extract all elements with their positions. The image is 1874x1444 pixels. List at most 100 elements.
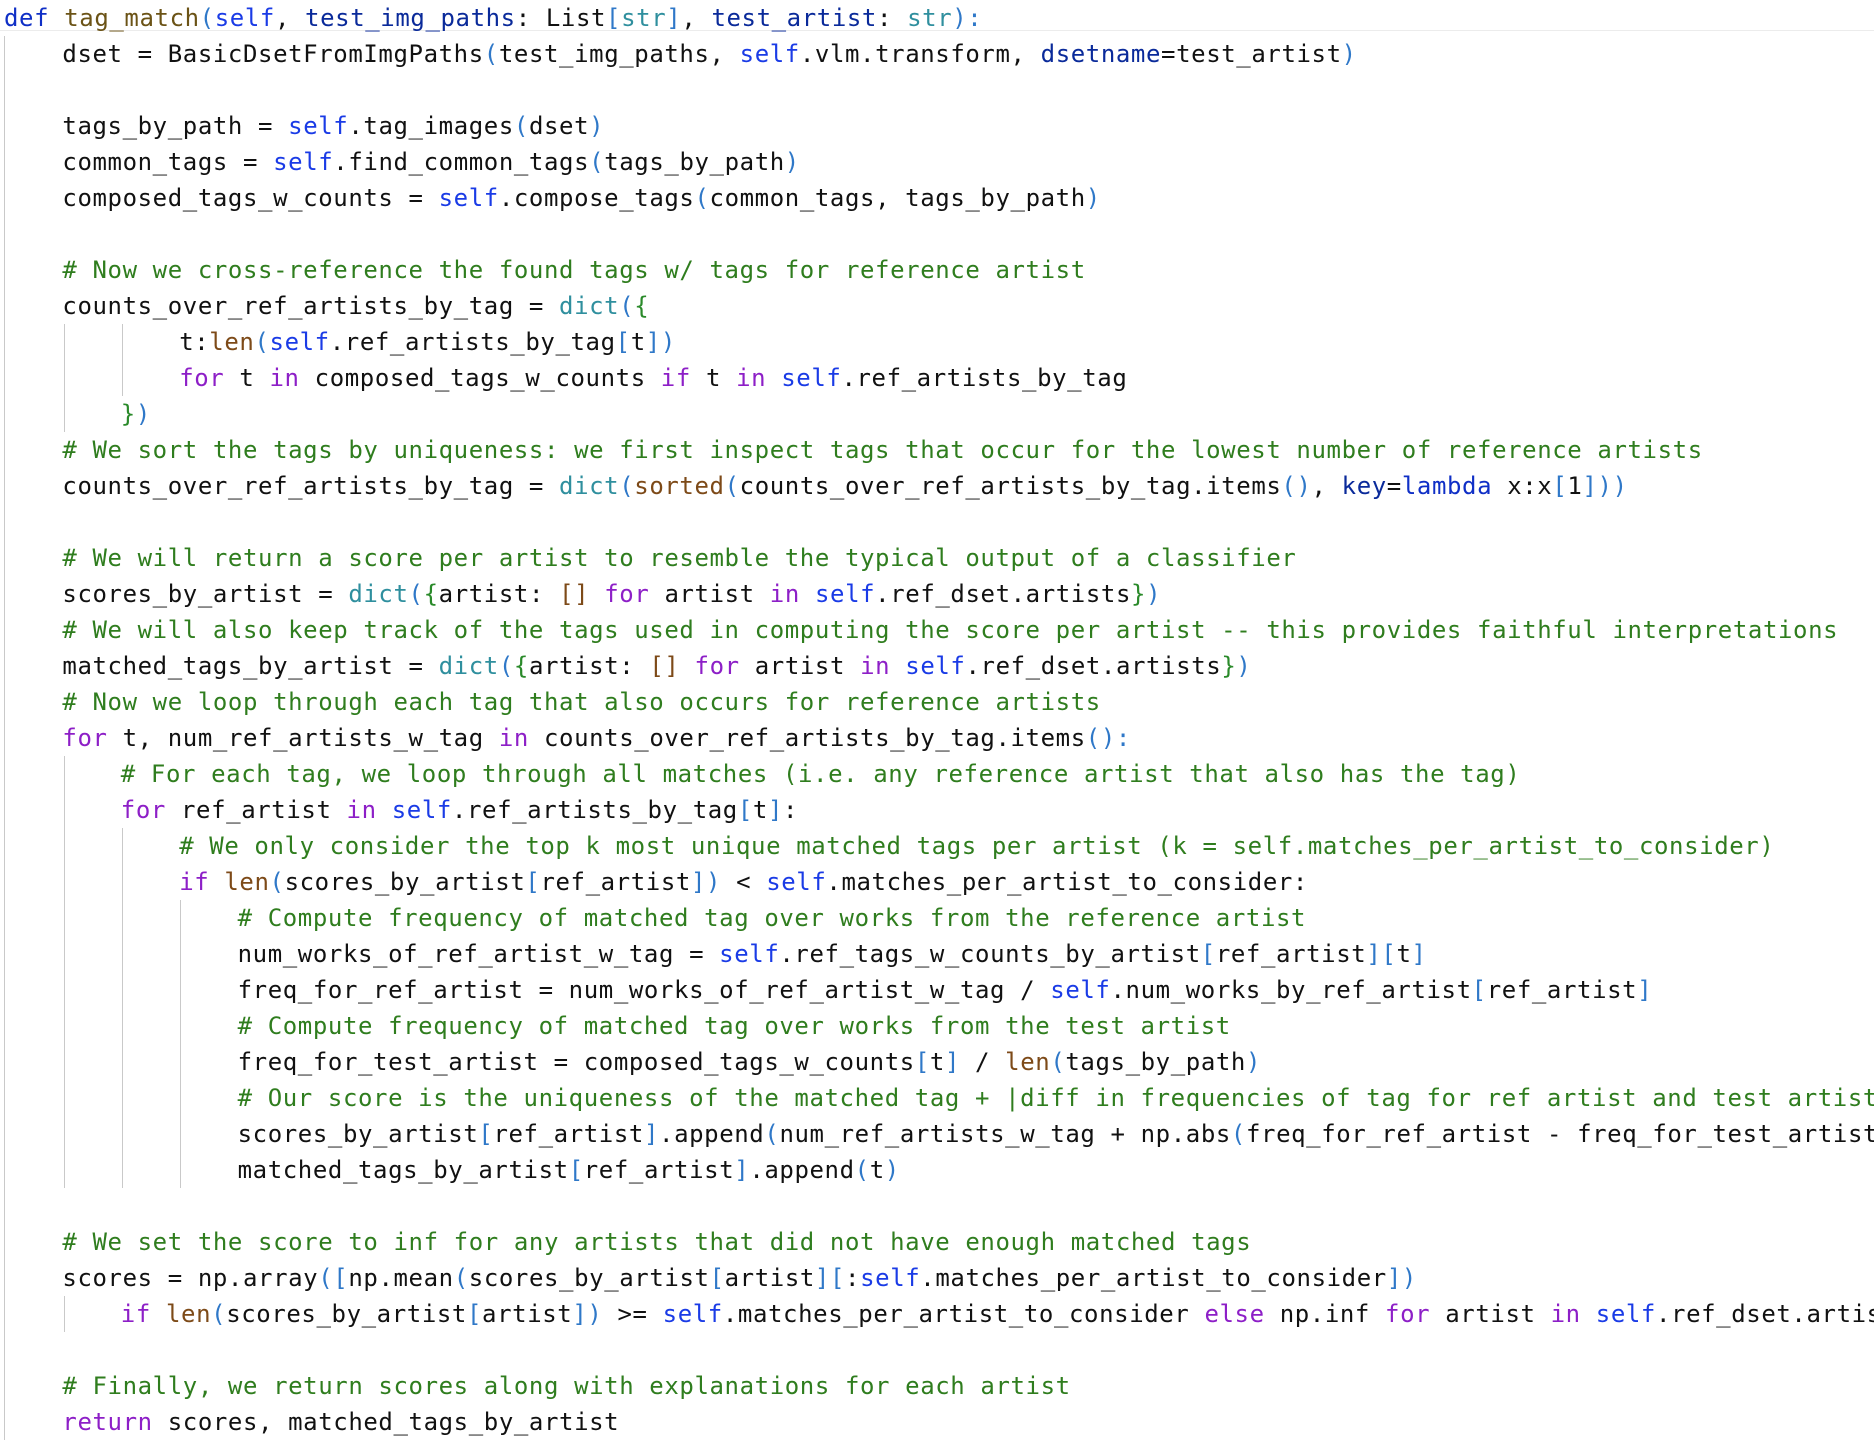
code-token: artist: [482, 1300, 573, 1328]
code-token-keyword: in: [269, 364, 300, 392]
code-token-bracket: ):: [952, 4, 983, 32]
code-token: t, num_ref_artists_w_tag: [107, 724, 499, 752]
code-token: /: [960, 1048, 1006, 1076]
code-token-bracket: (: [408, 580, 424, 608]
code-token: dset: [528, 112, 590, 140]
code-token: ref_artist: [1486, 976, 1638, 1004]
code-token: scores_by_artist: [284, 868, 526, 896]
code-token: .ref_artists_by_tag: [329, 328, 616, 356]
code-token: .matches_per_artist_to_consider: [920, 1264, 1387, 1292]
code-token: <: [721, 868, 767, 896]
code-token: ,: [274, 4, 306, 32]
code-token-bracket: [: [606, 4, 622, 32]
code-token-keyword: in: [769, 580, 800, 608]
code-line[interactable]: freq_for_test_artist = composed_tags_w_c…: [4, 1044, 1261, 1080]
code-token-comment: # We set the score to inf for any artist…: [62, 1228, 1252, 1256]
code-token: t: [929, 1048, 945, 1076]
code-line[interactable]: # Compute frequency of matched tag over …: [4, 900, 1306, 936]
code-line[interactable]: def tag_match(self, test_img_paths: List…: [4, 0, 982, 36]
code-line[interactable]: [4, 1188, 62, 1224]
code-token-bracket: ][: [1366, 940, 1397, 968]
code-token: .matches_per_artist_to_consider: [722, 1300, 1205, 1328]
code-line[interactable]: [4, 72, 62, 108]
code-line[interactable]: # We sort the tags by uniqueness: we fir…: [4, 432, 1703, 468]
code-token-bracket: [: [1200, 940, 1216, 968]
code-token: .ref_tags_w_counts_by_artist: [779, 940, 1201, 968]
code-token: .tag_images: [348, 112, 514, 140]
code-line[interactable]: [4, 504, 62, 540]
code-token-keyword: for: [62, 724, 108, 752]
code-editor[interactable]: def tag_match(self, test_img_paths: List…: [0, 0, 1874, 1444]
code-token-param: test_img_paths: [305, 4, 516, 32]
code-line[interactable]: # Now we cross-reference the found tags …: [4, 252, 1086, 288]
code-line[interactable]: composed_tags_w_counts = self.compose_ta…: [4, 180, 1101, 216]
code-token-bracket: (: [619, 292, 635, 320]
code-line[interactable]: # For each tag, we loop through all matc…: [4, 756, 1520, 792]
code-token: np.mean: [348, 1264, 454, 1292]
code-token: : List: [515, 4, 607, 32]
code-line[interactable]: for ref_artist in self.ref_artists_by_ta…: [4, 792, 798, 828]
code-line[interactable]: [4, 1332, 62, 1368]
code-line[interactable]: dset = BasicDsetFromImgPaths(test_img_pa…: [4, 36, 1357, 72]
code-line[interactable]: for t, num_ref_artists_w_tag in counts_o…: [4, 720, 1131, 756]
code-token: ref_artist: [1215, 940, 1367, 968]
code-token-bracket: (): [1281, 472, 1312, 500]
code-line[interactable]: scores_by_artist = dict({artist: [] for …: [4, 576, 1161, 612]
code-token: t: [869, 1156, 885, 1184]
code-token-keyword: for: [694, 652, 740, 680]
code-token: t: [752, 796, 768, 824]
code-line[interactable]: # Finally, we return scores along with e…: [4, 1368, 1071, 1404]
code-token: .matches_per_artist_to_consider:: [826, 868, 1308, 896]
code-token-bracket: ]: [666, 4, 682, 32]
code-token: t: [1396, 940, 1412, 968]
code-token: t: [690, 364, 737, 392]
code-token-self: self: [905, 652, 966, 680]
code-line[interactable]: counts_over_ref_artists_by_tag = dict({: [4, 288, 649, 324]
code-token-brace: {: [513, 652, 529, 680]
code-line[interactable]: freq_for_ref_artist = num_works_of_ref_a…: [4, 972, 1652, 1008]
code-line[interactable]: # We only consider the top k most unique…: [4, 828, 1774, 864]
code-line[interactable]: # Compute frequency of matched tag over …: [4, 1008, 1231, 1044]
code-line[interactable]: # Now we loop through each tag that also…: [4, 684, 1101, 720]
code-line[interactable]: # We will return a score per artist to r…: [4, 540, 1296, 576]
code-token-bracket: (: [211, 1300, 227, 1328]
code-token-comment: # Compute frequency of matched tag over …: [237, 904, 1307, 932]
code-line[interactable]: # Our score is the uniqueness of the mat…: [4, 1080, 1874, 1116]
code-token: .append: [749, 1156, 855, 1184]
code-line[interactable]: if len(scores_by_artist[ref_artist]) < s…: [4, 864, 1308, 900]
code-token: num_ref_artists_w_tag + np.abs: [779, 1120, 1231, 1148]
code-line[interactable]: for t in composed_tags_w_counts if t in …: [4, 360, 1127, 396]
code-token: artist:: [438, 580, 560, 608]
code-line[interactable]: num_works_of_ref_artist_w_tag = self.ref…: [4, 936, 1427, 972]
code-line[interactable]: t:len(self.ref_artists_by_tag[t]): [4, 324, 676, 360]
code-token-self: self: [438, 184, 499, 212]
code-line[interactable]: # We set the score to inf for any artist…: [4, 1224, 1251, 1260]
code-token: scores_by_artist: [237, 1120, 479, 1148]
code-token-bracket: ): [1236, 652, 1252, 680]
code-line[interactable]: }): [4, 396, 151, 432]
code-line[interactable]: scores_by_artist[ref_artist].append(num_…: [4, 1116, 1874, 1152]
code-line[interactable]: common_tags = self.find_common_tags(tags…: [4, 144, 800, 180]
code-line[interactable]: matched_tags_by_artist[ref_artist].appen…: [4, 1152, 900, 1188]
code-line[interactable]: [4, 216, 62, 252]
code-token-bracket: [: [914, 1048, 930, 1076]
code-token-comment: # Our score is the uniqueness of the mat…: [237, 1084, 1874, 1112]
code-token-type: dict: [559, 292, 620, 320]
code-token: counts_over_ref_artists_by_tag.items: [528, 724, 1086, 752]
code-line[interactable]: return scores, matched_tags_by_artist: [4, 1404, 619, 1440]
code-token: scores = np.array: [62, 1264, 319, 1292]
code-token-self: self: [269, 328, 330, 356]
code-token: :: [783, 796, 799, 824]
code-line[interactable]: matched_tags_by_artist = dict({artist: […: [4, 648, 1251, 684]
code-token-bracket: ]: [1637, 976, 1653, 1004]
code-line[interactable]: tags_by_path = self.tag_images(dset): [4, 108, 604, 144]
code-line[interactable]: counts_over_ref_artists_by_tag = dict(so…: [4, 468, 1628, 504]
code-token-builtin: []: [649, 652, 680, 680]
code-line[interactable]: # We will also keep track of the tags us…: [4, 612, 1838, 648]
code-line[interactable]: if len(scores_by_artist[artist]) >= self…: [4, 1296, 1874, 1332]
code-token-bracket: (: [1230, 1120, 1246, 1148]
code-token: counts_over_ref_artists_by_tag =: [62, 472, 560, 500]
code-line[interactable]: scores = np.array([np.mean(scores_by_art…: [4, 1260, 1417, 1296]
